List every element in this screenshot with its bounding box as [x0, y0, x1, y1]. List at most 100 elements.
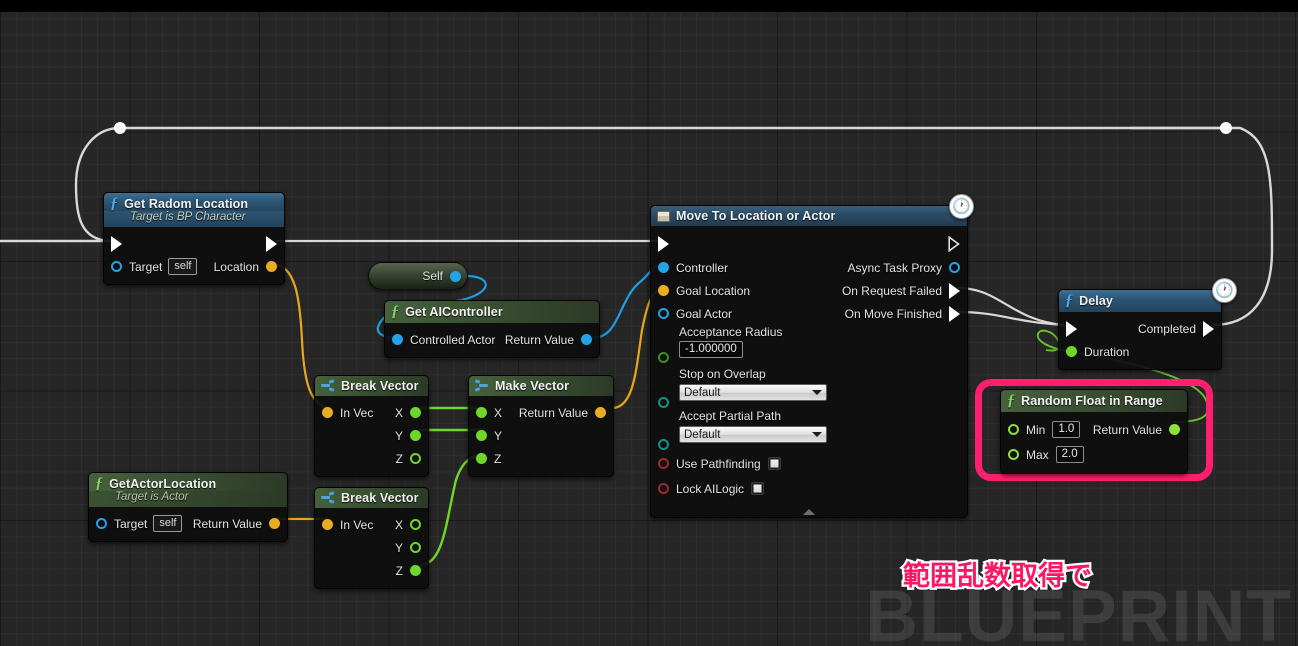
accept-partial-path-dropdown[interactable]: Default: [679, 426, 827, 443]
pin-label: Goal Actor: [676, 306, 733, 321]
exec-in-pin[interactable]: [658, 235, 669, 252]
z-output-pin[interactable]: [410, 565, 421, 576]
return-value-output-pin[interactable]: [269, 518, 280, 529]
duration-input-pin[interactable]: [1066, 346, 1077, 357]
target-self-value[interactable]: self: [153, 515, 183, 532]
node-title: Break Vector: [341, 491, 419, 505]
pin-label: On Move Finished: [844, 306, 942, 321]
node-header: Break Vector: [315, 488, 428, 508]
controller-input-pin[interactable]: [658, 262, 669, 273]
goal-actor-input-pin[interactable]: [658, 308, 669, 319]
goal-location-input-pin[interactable]: [658, 285, 669, 296]
latent-task-icon: [657, 210, 670, 222]
pin-row: Z: [469, 447, 613, 470]
on-request-failed-exec-pin[interactable]: [949, 282, 960, 299]
pin-label: X: [394, 405, 403, 420]
lock-ailogic-checkbox[interactable]: [751, 482, 765, 495]
stop-on-overlap-dropdown[interactable]: Default: [679, 384, 827, 401]
pin-row: In Vec X: [315, 401, 428, 424]
x-input-pin[interactable]: [476, 407, 487, 418]
max-value-field[interactable]: 2.0: [1055, 446, 1084, 463]
pin-row: Duration: [1059, 340, 1221, 363]
y-input-pin[interactable]: [476, 430, 487, 441]
controlled-actor-input-pin[interactable]: [392, 334, 403, 345]
pin-row: Controlled Actor Return Value: [385, 328, 599, 351]
pin-label: Completed: [1137, 321, 1196, 336]
node-subtitle: Target is BP Character: [104, 211, 284, 227]
target-self-value[interactable]: self: [168, 258, 198, 275]
exec-out-pin[interactable]: [948, 235, 960, 252]
y-output-pin[interactable]: [410, 430, 421, 441]
return-value-output-pin[interactable]: [581, 334, 592, 345]
pin-row: Target self Location: [104, 255, 284, 278]
target-input-pin[interactable]: [96, 518, 107, 529]
location-output-pin[interactable]: [266, 261, 277, 272]
random-float-in-range-node[interactable]: ƒ Random Float in Range Min 1.0 Return V…: [1000, 389, 1188, 474]
wire-exec-onmovefinished-to-delay: [957, 310, 1065, 327]
acceptance-radius-pin[interactable]: [658, 352, 669, 363]
pin-row: Goal Location On Request Failed: [651, 279, 967, 302]
exec-in-pin[interactable]: [1066, 320, 1077, 337]
pin-row: Y: [315, 424, 428, 447]
use-pathfinding-checkbox[interactable]: [767, 457, 781, 470]
pin-label: Return Value: [518, 405, 588, 420]
make-vector-node[interactable]: Make Vector X Return Value Y Z: [468, 375, 614, 477]
return-value-output-pin[interactable]: [595, 407, 606, 418]
pin-row: Min 1.0 Return Value: [1001, 417, 1187, 442]
break-vector-bottom-node[interactable]: Break Vector In Vec X Y Z: [314, 487, 429, 589]
node-header: ƒ Random Float in Range: [1001, 390, 1187, 412]
pin-label: Location: [213, 259, 259, 274]
async-task-proxy-output-pin[interactable]: [949, 262, 960, 273]
get-actor-location-node[interactable]: ƒ GetActorLocation Target is Actor Targe…: [88, 472, 288, 542]
in-vec-input-pin[interactable]: [322, 407, 333, 418]
function-f-icon: ƒ: [1007, 392, 1016, 409]
pin-row: Target self Return Value: [89, 512, 287, 535]
x-output-pin[interactable]: [410, 407, 421, 418]
z-input-pin[interactable]: [476, 453, 487, 464]
target-input-pin[interactable]: [111, 261, 122, 272]
clock-icon: 🕐: [949, 194, 974, 219]
stop-on-overlap-pin[interactable]: [658, 397, 669, 408]
completed-exec-pin[interactable]: [1203, 320, 1214, 337]
min-value-field[interactable]: 1.0: [1052, 421, 1081, 438]
pin-label: Max: [1026, 447, 1049, 462]
top-black-bar: [0, 0, 1298, 12]
break-vector-top-node[interactable]: Break Vector In Vec X Y Z: [314, 375, 429, 477]
annotation-line-1: 範囲乱数取得で: [901, 559, 1095, 594]
pin-row: Goal Actor On Move Finished: [651, 302, 967, 325]
delay-node[interactable]: ƒ Delay Completed Duration: [1058, 289, 1222, 370]
z-output-pin[interactable]: [410, 453, 421, 464]
self-node[interactable]: Self: [368, 262, 468, 290]
break-struct-icon: [321, 379, 335, 392]
x-output-pin[interactable]: [410, 519, 421, 530]
pin-row: Y: [469, 424, 613, 447]
min-input-pin[interactable]: [1008, 424, 1019, 435]
pin-label: Y: [494, 428, 503, 443]
get-random-location-node[interactable]: ƒ Get Radom Location Target is BP Charac…: [103, 192, 285, 285]
max-input-pin[interactable]: [1008, 449, 1019, 460]
node-title: Random Float in Range: [1021, 394, 1163, 408]
self-output-pin[interactable]: [450, 270, 461, 282]
stop-on-overlap-row: Stop on Overlap Default: [651, 367, 967, 409]
in-vec-input-pin[interactable]: [322, 519, 333, 530]
return-value-output-pin[interactable]: [1169, 424, 1180, 435]
node-header: ƒ GetActorLocation: [89, 473, 287, 493]
accept-partial-path-pin[interactable]: [658, 439, 669, 450]
lock-ailogic-pin[interactable]: [658, 483, 669, 494]
acceptance-radius-value[interactable]: -1.000000: [679, 341, 743, 358]
y-output-pin[interactable]: [410, 542, 421, 553]
move-to-location-or-actor-node[interactable]: Move To Location or Actor Controller Asy…: [650, 205, 968, 518]
pin-label: On Request Failed: [841, 283, 942, 298]
exec-in-pin[interactable]: [111, 235, 122, 252]
function-f-icon: ƒ: [391, 303, 400, 320]
collapse-advanced-arrow[interactable]: [803, 509, 815, 515]
exec-out-pin[interactable]: [266, 235, 277, 252]
blueprint-graph-canvas[interactable]: ƒ Get Radom Location Target is BP Charac…: [0, 0, 1298, 646]
node-header: Make Vector: [469, 376, 613, 396]
break-struct-icon: [321, 491, 335, 504]
node-header: ƒ Delay: [1059, 290, 1221, 312]
use-pathfinding-pin[interactable]: [658, 458, 669, 469]
pin-label: X: [494, 405, 503, 420]
get-aicontroller-node[interactable]: ƒ Get AIController Controlled Actor Retu…: [384, 300, 600, 358]
on-move-finished-exec-pin[interactable]: [949, 305, 960, 322]
